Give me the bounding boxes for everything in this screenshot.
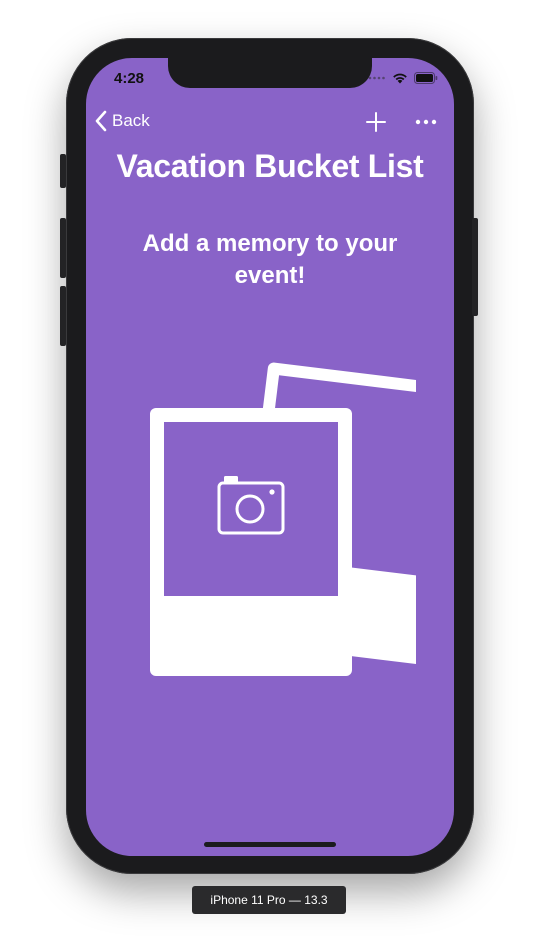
volume-up-button	[60, 218, 66, 278]
home-indicator[interactable]	[204, 842, 336, 847]
simulator-stage: 4:28 Back Vacation Bucket List Add a mem…	[0, 0, 538, 950]
device-label: iPhone 11 Pro — 13.3	[192, 886, 346, 914]
add-memory-button[interactable]	[364, 110, 388, 134]
power-button	[472, 218, 478, 316]
notch	[168, 58, 372, 88]
ellipsis-icon	[415, 119, 437, 125]
wifi-icon	[393, 73, 407, 84]
empty-state-message: Add a memory to your event!	[142, 230, 398, 289]
status-time: 4:28	[114, 70, 145, 87]
battery-icon	[414, 72, 438, 84]
photos-camera-icon[interactable]	[146, 358, 416, 688]
more-options-button[interactable]	[414, 110, 438, 134]
status-icons	[368, 72, 438, 84]
back-button[interactable]: Back	[94, 110, 150, 132]
page-title: Vacation Bucket List	[116, 148, 424, 184]
chevron-left-icon	[95, 110, 107, 132]
mute-switch	[60, 154, 66, 188]
plus-icon	[366, 112, 386, 132]
app-screen: 4:28 Back Vacation Bucket List Add a mem…	[86, 58, 454, 856]
back-label: Back	[112, 111, 150, 130]
volume-down-button	[60, 286, 66, 346]
signal-dots-icon	[368, 76, 385, 80]
